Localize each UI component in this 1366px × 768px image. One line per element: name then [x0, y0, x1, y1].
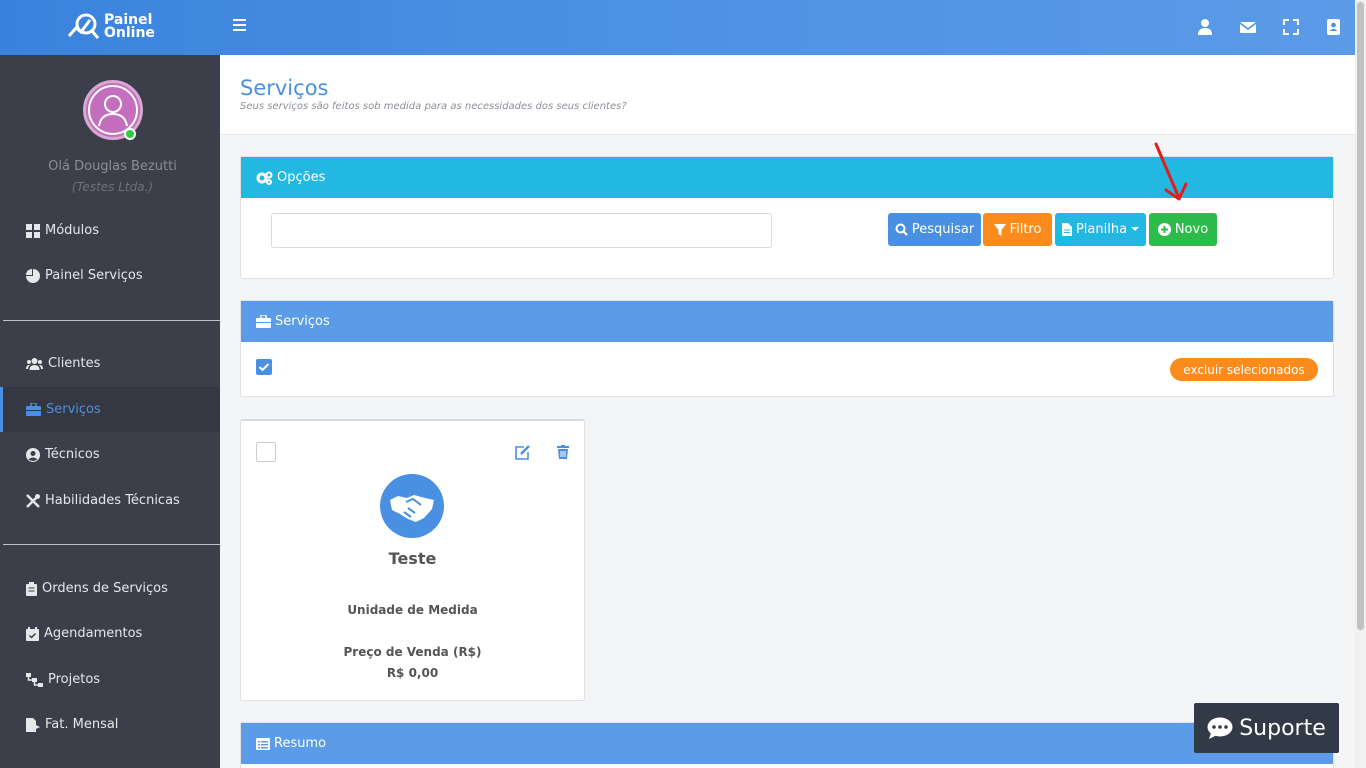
services-panel-title: Serviços	[275, 314, 330, 329]
search-button[interactable]: Pesquisar	[888, 213, 981, 246]
logo-line-2: Online	[104, 25, 155, 41]
briefcase-icon	[256, 315, 271, 328]
service-icon-circle	[380, 474, 444, 538]
sidebar-item-label: Ordens de Serviços	[42, 581, 168, 596]
plus-circle-icon	[1157, 223, 1171, 236]
user-circle-icon	[26, 447, 40, 462]
options-panel-title: Opções	[277, 170, 326, 185]
scrollbar-thumb[interactable]	[1357, 2, 1364, 630]
sidebar-item-label: Técnicos	[45, 447, 100, 462]
services-panel-header: Serviços	[241, 301, 1333, 342]
sidebar-divider	[3, 320, 220, 321]
new-service-button[interactable]: Novo	[1149, 213, 1217, 246]
page-header: Serviços Seus serviços são feitos sob me…	[220, 55, 1355, 135]
unit-label: Unidade de Medida	[347, 603, 478, 617]
sidebar-divider	[3, 544, 220, 545]
envelope-icon[interactable]	[1239, 18, 1257, 36]
summary-panel-header: Resumo	[241, 723, 1333, 764]
spreadsheet-button-label: Planilha	[1075, 222, 1128, 237]
grid-icon	[26, 223, 40, 238]
file-export-icon	[26, 717, 40, 732]
top-bar: Painel Online	[0, 0, 1355, 55]
service-select-checkbox[interactable]	[256, 442, 276, 462]
search-input[interactable]	[271, 213, 772, 248]
delete-selected-button[interactable]: excluir selecionados	[1170, 358, 1318, 381]
sidebar-item-servicos[interactable]: Serviços	[0, 387, 220, 432]
logo-chart-icon	[67, 13, 100, 39]
search-icon	[895, 223, 908, 236]
sidebar-item-label: Projetos	[48, 672, 101, 687]
user-company: (Testes Ltda.)	[71, 180, 154, 194]
price-value: R$ 0,00	[386, 666, 439, 680]
sidebar-item-label: Módulos	[45, 223, 99, 238]
price-label: Preço de Venda (R$)	[343, 645, 482, 659]
file-icon	[1061, 223, 1072, 236]
new-service-button-label: Novo	[1174, 222, 1209, 237]
sidebar-item-label: Fat. Mensal	[45, 717, 119, 732]
user-icon[interactable]	[1196, 18, 1214, 36]
clipboard-icon	[26, 581, 37, 596]
page-title: Serviços	[240, 76, 329, 100]
sitemap-icon	[26, 672, 43, 687]
filter-icon	[993, 223, 1006, 236]
expand-icon[interactable]	[1282, 18, 1300, 36]
user-greeting: Olá Douglas Bezutti	[48, 159, 177, 174]
service-name: Teste	[388, 549, 437, 568]
edit-icon[interactable]	[515, 445, 531, 460]
page-scrollbar[interactable]	[1355, 0, 1366, 768]
users-icon	[26, 357, 43, 370]
sidebar-item-label: Serviços	[46, 402, 101, 417]
sidebar-item-projetos[interactable]: Projetos	[0, 657, 220, 702]
sidebar-item-label: Clientes	[48, 356, 101, 371]
sidebar-item-habilidades-tecnicas[interactable]: Habilidades Técnicas	[0, 478, 220, 523]
sidebar-item-painel-servicos[interactable]: Painel Serviços	[0, 253, 220, 298]
filter-button[interactable]: Filtro	[983, 213, 1052, 246]
sidebar-item-modulos[interactable]: Módulos	[0, 208, 220, 253]
caret-down-icon	[1131, 227, 1140, 231]
summary-panel: Resumo	[240, 722, 1334, 768]
chat-bubble-icon	[1207, 717, 1233, 739]
search-button-label: Pesquisar	[911, 222, 975, 237]
services-panel: Serviços excluir selecionados	[240, 300, 1334, 397]
main-content: Serviços Seus serviços são feitos sob me…	[220, 55, 1355, 768]
handshake-icon	[390, 495, 434, 522]
sidebar: Olá Douglas Bezutti (Testes Ltda.) Módul…	[0, 55, 220, 768]
support-chat-button[interactable]: Suporte	[1194, 703, 1339, 753]
pie-chart-icon	[26, 268, 40, 283]
support-label: Suporte	[1239, 715, 1326, 741]
filter-button-label: Filtro	[1009, 222, 1042, 237]
sidebar-item-ordens-de-servicos[interactable]: Ordens de Serviços	[0, 566, 220, 611]
select-all-checkbox[interactable]	[256, 359, 272, 375]
sidebar-item-label: Habilidades Técnicas	[45, 493, 180, 508]
briefcase-icon	[26, 403, 41, 416]
cogs-icon	[256, 171, 273, 185]
annotation-arrow-icon	[1154, 142, 1188, 201]
check-icon	[258, 363, 270, 372]
service-card: Teste Unidade de Medida Preço de Venda (…	[240, 419, 585, 701]
list-alt-icon	[256, 737, 270, 750]
summary-panel-title: Resumo	[274, 736, 327, 751]
sidebar-item-agendamentos[interactable]: Agendamentos	[0, 611, 220, 656]
sidebar-item-fat-mensal[interactable]: Fat. Mensal	[0, 702, 220, 747]
tools-icon	[26, 493, 40, 508]
app-logo[interactable]: Painel Online	[66, 12, 176, 44]
menu-toggle-icon[interactable]	[233, 19, 249, 35]
sidebar-item-label: Painel Serviços	[45, 268, 143, 283]
page-subtitle: Seus serviços são feitos sob medida para…	[240, 101, 627, 112]
online-status-dot	[124, 128, 136, 140]
spreadsheet-dropdown-button[interactable]: Planilha	[1055, 213, 1146, 246]
address-book-icon[interactable]	[1324, 18, 1342, 36]
sidebar-item-label: Agendamentos	[44, 626, 143, 641]
trash-icon[interactable]	[557, 445, 569, 459]
sidebar-item-clientes[interactable]: Clientes	[0, 341, 220, 386]
calendar-check-icon	[26, 626, 39, 641]
sidebar-item-tecnicos[interactable]: Técnicos	[0, 432, 220, 477]
